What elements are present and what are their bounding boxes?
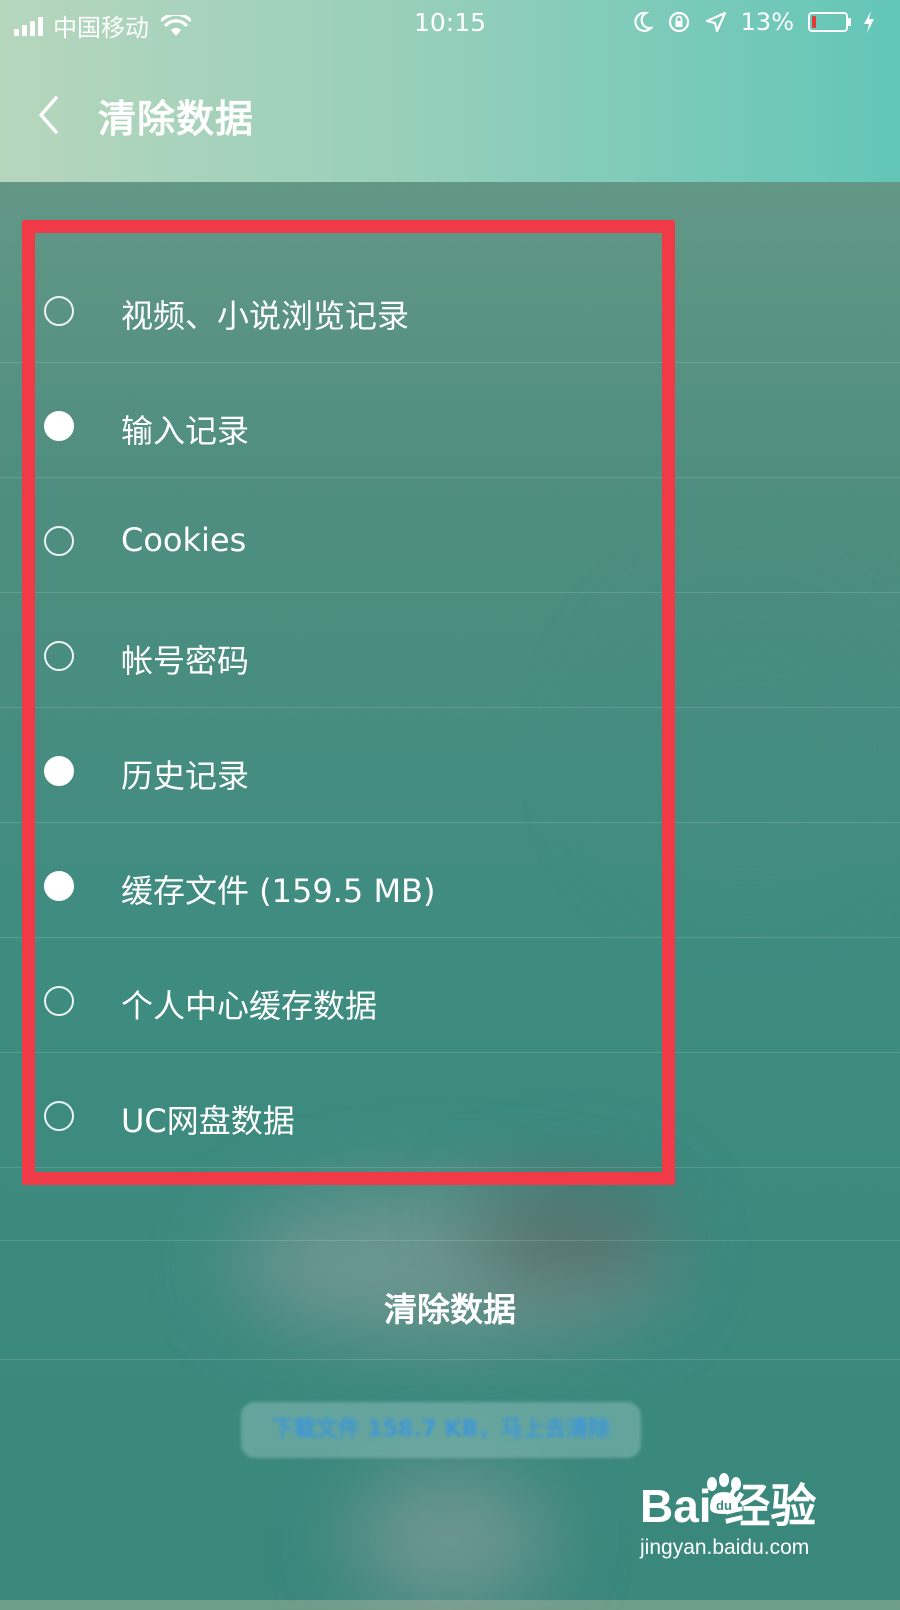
watermark-url: jingyan.baidu.com <box>640 1536 810 1559</box>
clear-action-area: 清除数据 <box>0 1240 900 1360</box>
location-arrow-icon <box>705 11 726 33</box>
nav-bar: 清除数据 <box>0 60 900 170</box>
rotation-lock-icon <box>668 11 689 33</box>
battery-percent: 13% <box>740 8 794 36</box>
app-header: 中国移动 10:15 13% 清除数据 <box>0 0 900 182</box>
page-title: 清除数据 <box>98 97 255 141</box>
charging-bolt-icon <box>864 11 874 33</box>
clear-data-button[interactable]: 清除数据 <box>0 1282 900 1332</box>
status-right: 13% <box>633 8 876 36</box>
status-bar: 中国移动 10:15 13% <box>0 0 900 44</box>
baidu-jingyan-watermark: Bai 经验 du jingyan.baidu.com <box>640 1470 860 1590</box>
battery-icon <box>808 12 851 32</box>
download-files-notice[interactable]: 下载文件 158.7 KB，马上去清除 <box>241 1402 641 1458</box>
back-chevron-icon[interactable] <box>28 90 68 140</box>
highlight-annotation-box <box>22 220 675 1185</box>
battery-level <box>812 16 816 28</box>
paw-icon: du <box>707 1473 741 1514</box>
svg-text:du: du <box>716 1498 732 1513</box>
moon-icon <box>634 11 653 32</box>
